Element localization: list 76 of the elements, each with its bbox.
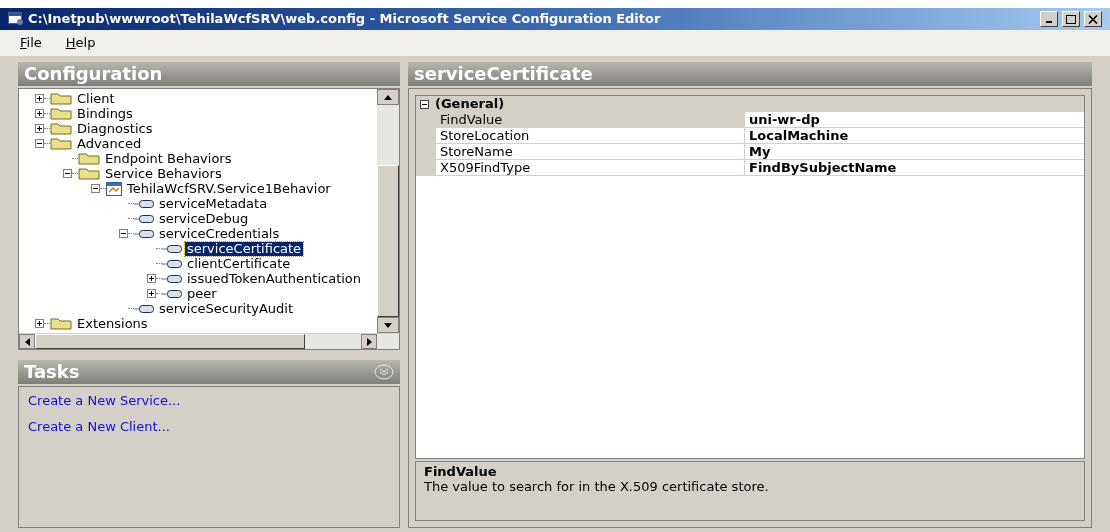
property-name[interactable]: StoreLocation [436,128,745,144]
expand-icon[interactable] [35,319,44,328]
folder-icon [50,107,72,120]
category-label: (General) [435,97,505,111]
property-name[interactable]: StoreName [436,144,745,160]
element-icon [134,303,154,314]
tree-item[interactable]: Bindings [75,106,135,121]
menu-item[interactable]: File [20,33,42,53]
close-button[interactable] [1084,11,1102,27]
task-link[interactable]: Create a New Client... [28,416,170,436]
down-arrow-icon [384,322,392,328]
element-icon [134,198,154,209]
collapse-icon[interactable] [119,229,128,238]
tree-item[interactable]: Extensions [75,316,150,331]
folder-icon [78,152,100,165]
expand-icon[interactable] [35,94,44,103]
expand-icon[interactable] [147,274,156,283]
app-icon [8,12,24,26]
description-title: FindValue [424,464,498,479]
expand-icon[interactable] [147,289,156,298]
tree-item[interactable]: serviceMetadata [157,196,270,211]
horizontal-scrollbar[interactable] [19,333,399,349]
folder-icon [50,92,72,105]
panel-title: serviceCertificate [414,65,593,83]
panel-title: Configuration [24,65,163,83]
row-gutter [416,160,436,176]
tree-item[interactable]: serviceCertificate [185,241,304,256]
menu-item[interactable]: Help [65,33,96,53]
tree-item[interactable]: Client [75,91,117,106]
tree-item[interactable]: clientCertificate [185,256,293,271]
right-arrow-icon [366,337,372,346]
tree-item[interactable]: serviceCredentials [157,226,282,241]
tree-item[interactable]: serviceSecurityAudit [157,301,296,316]
task-link[interactable]: Create a New Service... [28,391,181,411]
element-icon [162,258,182,269]
close-icon [1088,14,1098,24]
minimize-icon [1046,21,1052,23]
description-text: The value to search for in the X.509 certificate store. [424,479,770,494]
collapse-icon[interactable] [420,99,429,109]
collapse-icon[interactable] [91,184,100,193]
element-icon [162,243,182,254]
tree-item[interactable]: peer [185,286,219,301]
vertical-scrollbar[interactable] [377,89,399,333]
collapse-icon[interactable] [35,139,44,148]
tree-item[interactable]: serviceDebug [157,211,251,226]
folder-icon [50,317,72,330]
collapse-chevron-icon[interactable] [374,364,394,380]
folder-icon [50,137,72,150]
property-value[interactable]: LocalMachine [745,128,1084,144]
tree-item[interactable]: TehilaWcfSRV.Service1Behavior [125,181,333,196]
tree-item[interactable]: Service Behaviors [103,166,224,181]
property-value[interactable]: FindBySubjectName [745,160,1084,176]
maximize-icon [1066,14,1076,24]
tree-item[interactable]: Endpoint Behaviors [103,151,234,166]
tree-item[interactable]: Advanced [75,136,144,151]
up-arrow-icon [384,94,392,100]
property-name[interactable]: FindValue [436,112,745,128]
maximize-button[interactable] [1062,11,1080,27]
folder-icon [78,167,100,180]
minimize-button[interactable] [1040,11,1058,27]
panel-title: Tasks [24,363,80,381]
element-icon [162,273,182,284]
window-title: C:\Inetpub\wwwroot\TehilaWcfSRV\web.config - Microsoft Service Configuration Editor [28,10,662,29]
element-icon [134,228,154,239]
element-icon [162,288,182,299]
element-icon [134,213,154,224]
property-value[interactable]: My [745,144,1084,160]
folder-icon [50,122,72,135]
tree-item[interactable]: issuedTokenAuthentication [185,271,364,286]
expand-icon[interactable] [35,109,44,118]
property-value[interactable]: uni-wr-dp [745,112,1084,128]
tree-item[interactable]: Diagnostics [75,121,155,136]
collapse-icon[interactable] [63,169,72,178]
left-arrow-icon [24,337,30,346]
property-name[interactable]: X509FindType [436,160,745,176]
expand-icon[interactable] [35,124,44,133]
